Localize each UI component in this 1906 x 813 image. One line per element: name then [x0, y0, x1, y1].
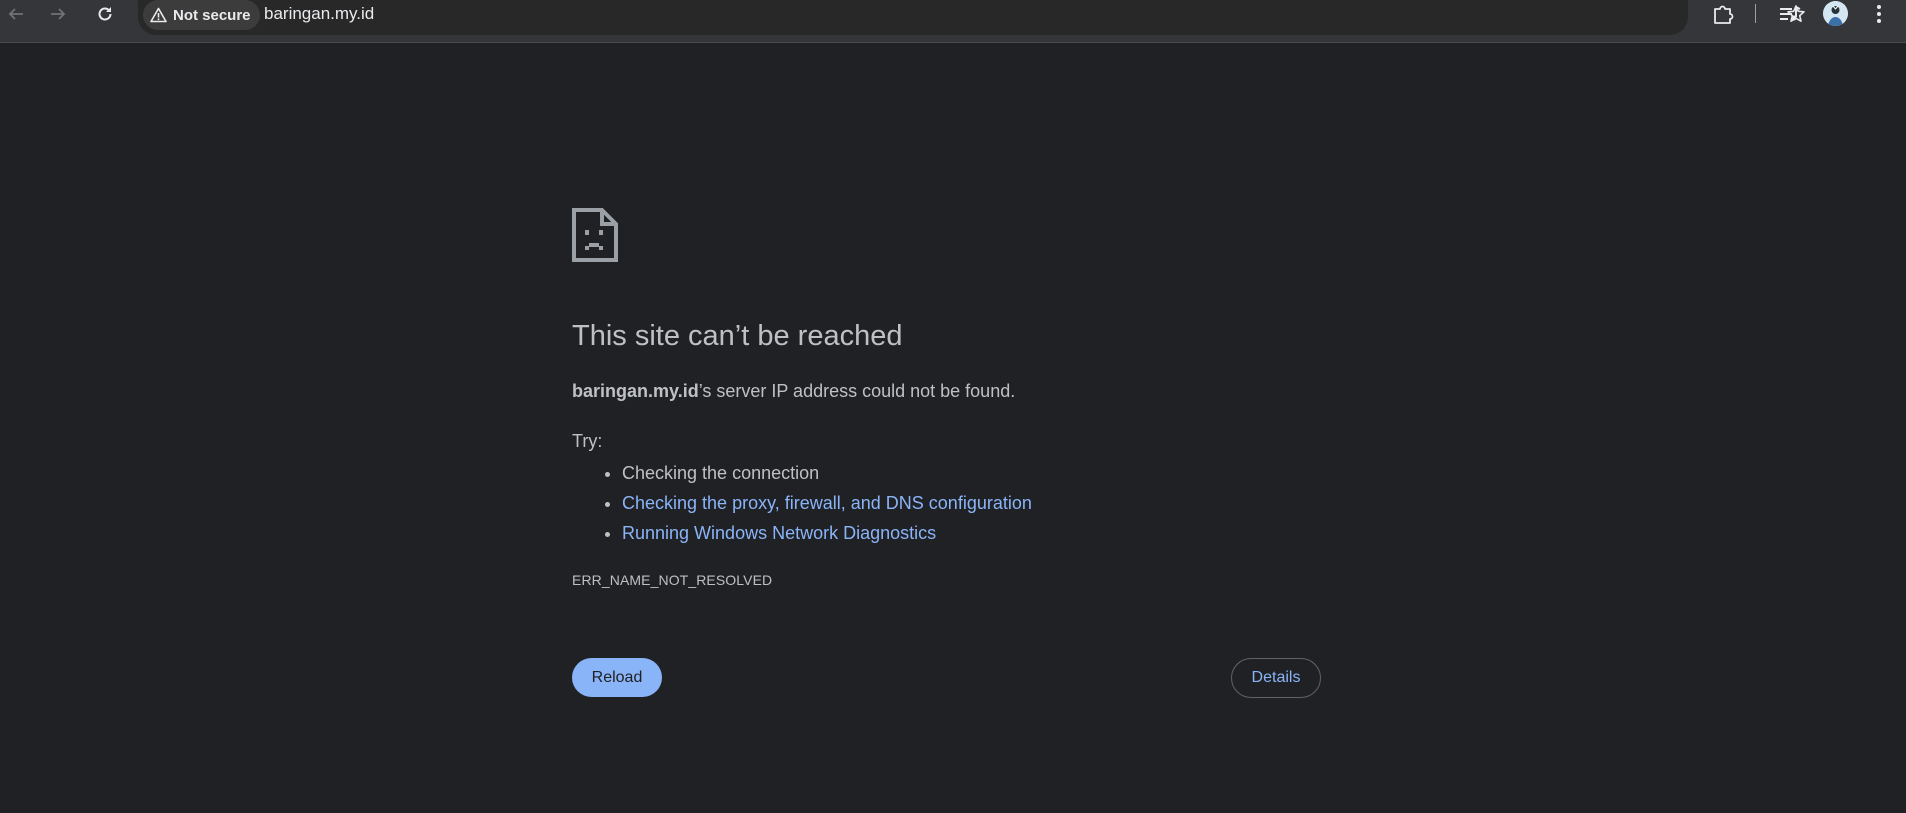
error-summary-text: ’s server IP address could not be found.	[698, 381, 1016, 401]
suggestion-check-connection: Checking the connection	[622, 458, 1032, 488]
suggestions-list: Checking the connection Checking the pro…	[572, 458, 1032, 548]
address-bar[interactable]: Not secure baringan.my.id	[138, 0, 1805, 35]
error-host: baringan.my.id	[572, 381, 699, 401]
suggestion-check-proxy: Checking the proxy, firewall, and DNS co…	[622, 488, 1032, 518]
sad-page-icon	[572, 208, 618, 267]
try-label: Try:	[572, 431, 603, 451]
browser-toolbar: Not secure baringan.my.id	[0, 0, 1906, 43]
url-text[interactable]: baringan.my.id	[264, 4, 374, 24]
reading-list-icon[interactable]	[1777, 0, 1803, 28]
suggestion-network-diagnostics: Running Windows Network Diagnostics	[622, 518, 1032, 548]
details-button[interactable]: Details	[1231, 658, 1321, 698]
extensions-icon[interactable]	[1710, 0, 1736, 28]
page-title: This site can’t be reached	[572, 320, 903, 352]
security-chip[interactable]: Not secure	[143, 0, 260, 30]
toolbar-divider	[1755, 4, 1756, 23]
reload-button[interactable]: Reload	[572, 658, 662, 697]
error-code: ERR_NAME_NOT_RESOLVED	[572, 572, 773, 588]
security-label: Not secure	[173, 6, 251, 24]
menu-icon[interactable]	[1869, 0, 1889, 28]
back-icon[interactable]	[4, 0, 28, 28]
network-diagnostics-link[interactable]: Running Windows Network Diagnostics	[622, 523, 936, 543]
warning-icon	[150, 7, 167, 23]
reload-icon[interactable]	[93, 0, 117, 28]
check-proxy-link[interactable]: Checking the proxy, firewall, and DNS co…	[622, 493, 1032, 513]
error-summary: baringan.my.id’s server IP address could…	[572, 381, 1015, 402]
avatar[interactable]	[1823, 1, 1848, 26]
forward-icon[interactable]	[46, 0, 70, 28]
